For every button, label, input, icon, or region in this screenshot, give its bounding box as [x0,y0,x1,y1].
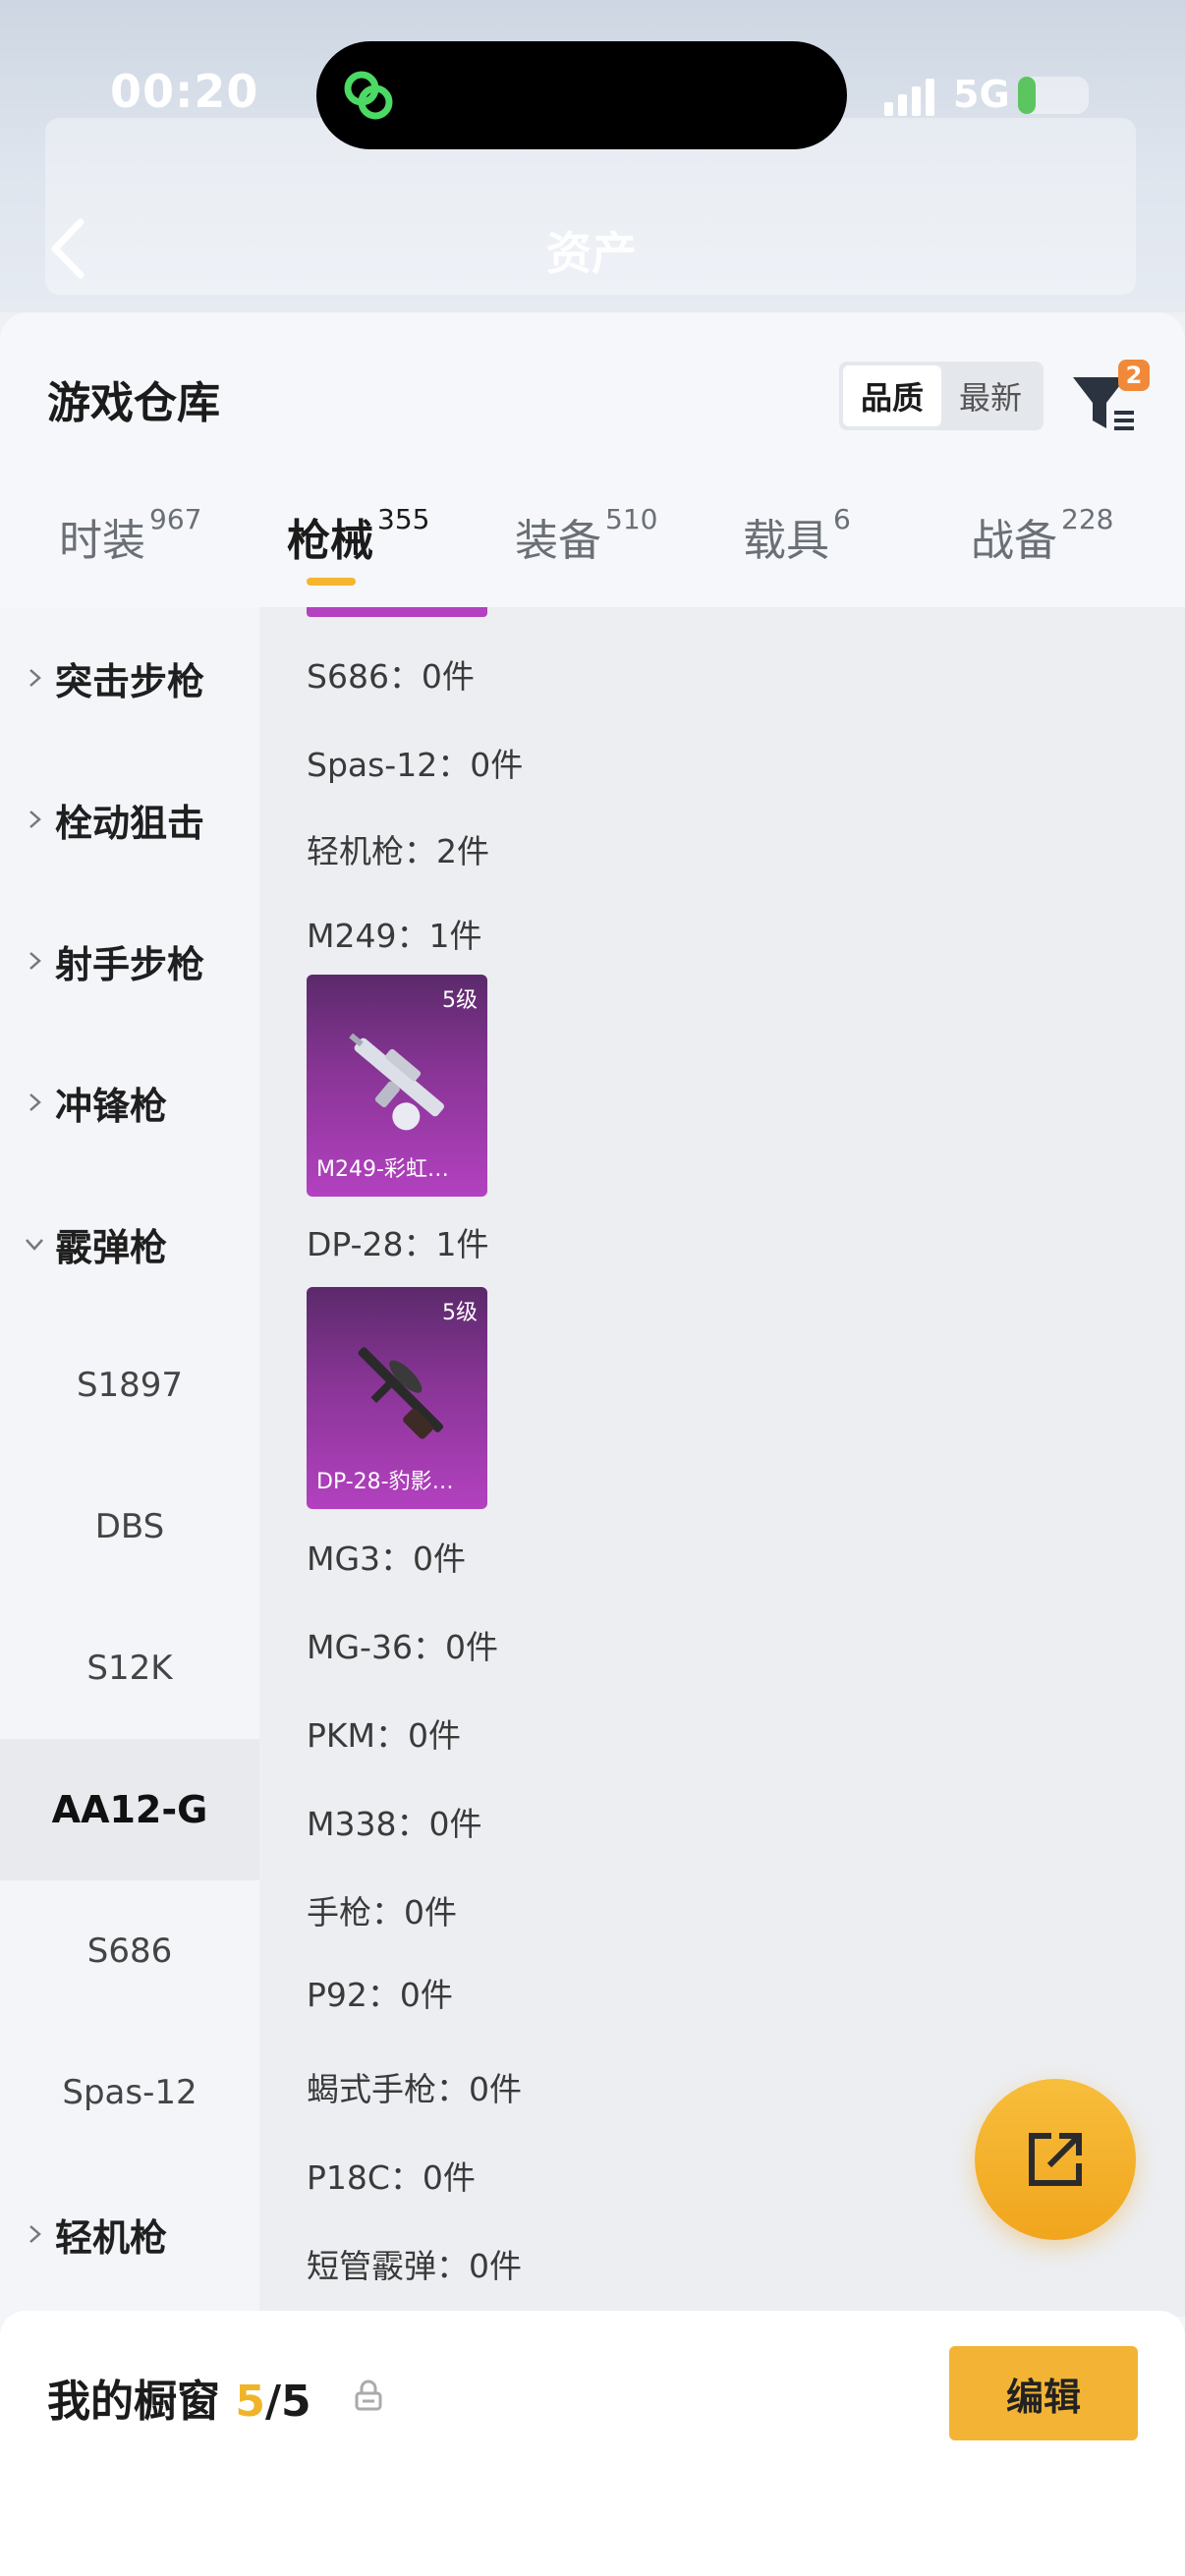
list-item: M249：1件 [307,917,482,955]
category-shotgun[interactable]: 霰弹枪 [0,1173,259,1315]
tab-fashion[interactable]: 时装 967 [59,503,202,603]
list-item: S686：0件 [307,657,475,696]
category-tabs: 时装 967 枪械 355 装备 510 载具 6 战备 228 [0,503,1185,603]
network-label: 5G [953,73,1010,116]
tab-label: 战备 [971,516,1057,566]
card-level: 5级 [442,1301,478,1325]
tab-count: 355 [377,503,430,535]
skin-card-m249[interactable]: 5级 M249-彩虹… [307,975,487,1197]
subcategory-spas12[interactable]: Spas-12 [0,2022,259,2163]
tab-supplies[interactable]: 战备 228 [971,503,1114,603]
category-label: 霰弹枪 [55,1225,168,1269]
back-arrow-icon[interactable] [43,214,92,283]
subcategory-s12k[interactable]: S12K [0,1597,259,1739]
lmg-weapon-icon [358,1347,444,1439]
item-list: S686：0件 Spas-12：0件 轻机枪：2件 M249：1件 5级 M24… [259,607,1185,2317]
category-label: 轻机枪 [55,2215,168,2260]
card-level: 5级 [442,988,478,1013]
list-item: 蝎式手枪：0件 [307,2070,522,2108]
list-item: 轻机枪：2件 [307,832,489,870]
category-assault-rifle[interactable]: 突击步枪 [0,607,259,749]
list-item: MG3：0件 [307,1540,467,1578]
card-name: M249-彩虹… [316,1157,449,1182]
chevron-right-icon [29,952,41,970]
warehouse-sheet: 游戏仓库 品质 最新 2 时装 967 枪械 355 装备 510 载具 6 战… [0,312,1185,2576]
card-name: DP-28-豹影… [316,1470,454,1494]
category-label: 突击步枪 [55,659,205,703]
chevron-right-icon [29,669,41,687]
share-button[interactable] [975,2079,1136,2240]
tab-label: 时装 [59,516,145,566]
category-bolt-sniper[interactable]: 栓动狙击 [0,749,259,890]
chevron-right-icon [29,2225,41,2243]
list-item: DP-28：1件 [307,1225,489,1263]
list-item: Spas-12：0件 [307,746,524,784]
tab-equipment[interactable]: 装备 510 [515,503,658,603]
share-icon [1029,2133,1082,2186]
subcategory-s686[interactable]: S686 [0,1880,259,2022]
dynamic-island [316,41,847,149]
sort-quality-button[interactable]: 品质 [843,365,941,426]
category-lmg[interactable]: 轻机枪 [0,2163,259,2305]
list-item: 手枪：0件 [307,1893,457,1932]
sheet-header: 游戏仓库 品质 最新 2 时装 967 枪械 355 装备 510 载具 6 战… [0,312,1185,607]
tab-count: 510 [605,503,658,535]
status-time: 00:20 [110,65,259,118]
sort-latest-button[interactable]: 最新 [941,365,1040,426]
battery-icon [1018,77,1089,114]
list-item: P92：0件 [307,1976,453,2014]
active-tab-indicator [307,578,356,586]
tab-vehicles[interactable]: 载具 6 [743,503,851,603]
tab-count: 967 [149,503,202,535]
category-dmr[interactable]: 射手步枪 [0,890,259,1032]
list-item: P18C：0件 [307,2158,476,2197]
tab-count: 6 [833,503,851,535]
list-item: M338：0件 [307,1805,482,1843]
list-item: MG-36：0件 [307,1628,498,1666]
signal-icon [884,79,934,116]
chevron-right-icon [29,1093,41,1111]
chevron-down-icon [26,1239,43,1251]
category-label: 栓动狙击 [55,801,205,845]
filter-button[interactable]: 2 [1071,360,1150,434]
header-area: 00:20 5G 资产 [0,0,1185,312]
showcase-bar: 我的橱窗 5/5 编辑 [0,2311,1185,2576]
link-icon [344,71,393,120]
edit-button[interactable]: 编辑 [949,2346,1138,2440]
category-label: 射手步枪 [55,942,205,986]
list-item: 短管霰弹：0件 [307,2247,522,2285]
sort-toggle: 品质 最新 [839,362,1044,430]
chevron-right-icon [29,811,41,828]
skin-card-dp28[interactable]: 5级 DP-28-豹影… [307,1287,487,1509]
showcase-title: 我的橱窗 5/5 [47,2366,311,2429]
subcategory-dbs[interactable]: DBS [0,1456,259,1597]
subcategory-aa12g[interactable]: AA12-G [0,1739,259,1880]
category-smg[interactable]: 冲锋枪 [0,1032,259,1173]
category-label: 冲锋枪 [55,1084,168,1128]
tab-label: 载具 [743,516,829,566]
category-sidebar: 突击步枪 栓动狙击 射手步枪 冲锋枪 霰弹枪 S1897 DBS S12K AA… [0,607,259,2317]
subcategory-s1897[interactable]: S1897 [0,1315,259,1456]
tab-count: 228 [1061,503,1114,535]
showcase-current: 5 [235,2377,265,2427]
lock-icon [355,2380,382,2411]
card-edge [307,607,487,617]
sheet-title: 游戏仓库 [47,378,220,428]
list-item: PKM：0件 [307,1716,462,1755]
tab-label: 枪械 [287,516,373,566]
showcase-total: /5 [264,2377,311,2427]
showcase-label: 我的橱窗 [47,2377,220,2427]
tab-guns[interactable]: 枪械 355 [287,503,430,603]
lmg-weapon-icon [349,1033,444,1131]
page-title: 资产 [546,227,637,280]
tab-label: 装备 [515,516,601,566]
filter-count-badge: 2 [1118,360,1150,391]
